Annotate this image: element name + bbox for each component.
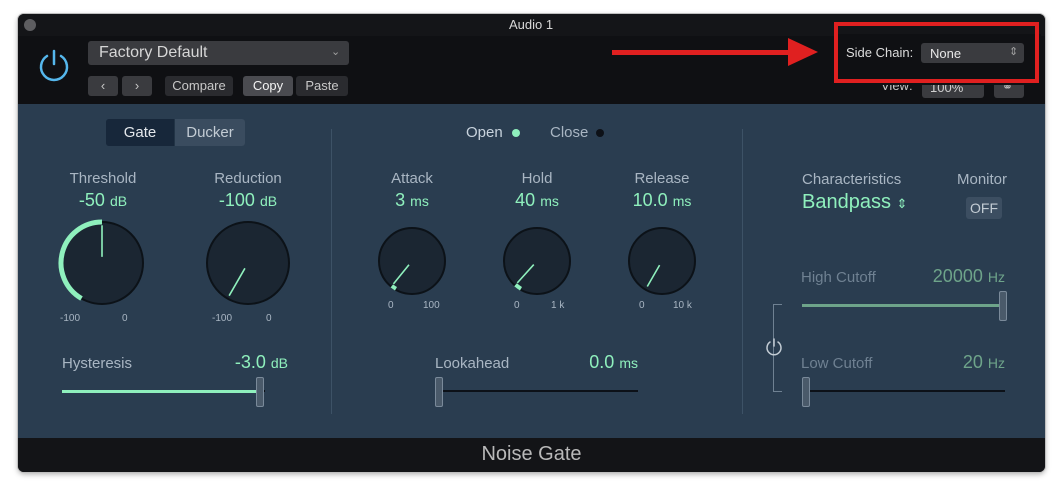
threshold-knob[interactable] — [57, 218, 147, 308]
plugin-footer: Noise Gate — [18, 438, 1045, 472]
characteristics-select[interactable]: Bandpass ⇕ — [802, 191, 907, 214]
threshold-max-label: 0 — [122, 313, 128, 324]
low-cutoff-thumb[interactable] — [802, 377, 810, 407]
window-title: Audio 1 — [508, 17, 554, 32]
hysteresis-thumb[interactable] — [256, 377, 264, 407]
annotation-arrow-shaft — [612, 50, 792, 55]
threshold-label: Threshold — [69, 170, 137, 187]
low-cutoff-value: 20 — [962, 352, 983, 372]
attack-value: 3 — [395, 190, 406, 210]
attack-value-readout: 3 ms — [362, 190, 462, 211]
chevron-down-icon: ⌄ — [331, 46, 341, 58]
release-unit: ms — [672, 193, 692, 209]
hysteresis-label: Hysteresis — [62, 355, 133, 372]
next-preset-button[interactable]: › — [122, 76, 152, 96]
lookahead-unit: ms — [619, 355, 638, 371]
hold-knob[interactable] — [501, 225, 573, 297]
annotation-highlight-box — [834, 22, 1039, 83]
hold-min-label: 0 — [514, 300, 520, 311]
close-label: Close — [550, 124, 589, 141]
reduction-label: Reduction — [214, 170, 282, 187]
hold-max-label: 1 k — [551, 300, 565, 311]
mode-segmented-control: Gate Ducker — [106, 119, 245, 146]
attack-min-label: 0 — [388, 300, 394, 311]
low-cutoff-slider[interactable] — [802, 377, 1005, 407]
low-cutoff-track — [802, 390, 1005, 392]
ducker-mode-button[interactable]: Ducker — [175, 119, 245, 146]
low-cutoff-value-readout: 20 Hz — [898, 352, 1005, 373]
hysteresis-unit: dB — [270, 355, 288, 371]
high-cutoff-slider[interactable] — [802, 291, 1007, 321]
high-cutoff-label: High Cutoff — [801, 269, 876, 286]
updown-icon: ⇕ — [896, 196, 908, 211]
hold-value-readout: 40 ms — [487, 190, 587, 211]
monitor-toggle-button[interactable]: OFF — [966, 197, 1002, 219]
open-label: Open — [466, 124, 503, 141]
main-panel: Gate Ducker Threshold -50 dB -100 0 Redu… — [18, 104, 1045, 438]
open-indicator-icon — [512, 129, 520, 137]
threshold-min-label: -100 — [60, 313, 81, 324]
high-cutoff-value: 20000 — [932, 266, 983, 286]
section-divider-2 — [742, 129, 743, 414]
low-cutoff-label: Low Cutoff — [801, 355, 873, 372]
hysteresis-value: -3.0 — [234, 352, 266, 372]
preset-dropdown[interactable]: Factory Default ⌄ — [88, 41, 349, 65]
reduction-unit: dB — [259, 193, 278, 209]
hysteresis-slider[interactable] — [62, 377, 265, 407]
paste-button[interactable]: Paste — [296, 76, 348, 96]
high-cutoff-unit: Hz — [987, 269, 1005, 285]
chevron-right-icon: › — [134, 78, 140, 93]
previous-preset-button[interactable]: ‹ — [88, 76, 118, 96]
lookahead-track — [435, 390, 638, 392]
release-label: Release — [634, 170, 690, 187]
release-min-label: 0 — [639, 300, 645, 311]
release-value: 10.0 — [632, 190, 668, 210]
power-icon[interactable] — [36, 47, 72, 88]
attack-knob[interactable] — [376, 225, 448, 297]
section-divider — [331, 129, 332, 414]
chevron-left-icon: ‹ — [100, 78, 106, 93]
hold-label: Hold — [521, 170, 553, 187]
threshold-value: -50 — [78, 190, 105, 210]
attack-label: Attack — [391, 170, 433, 187]
attack-unit: ms — [410, 193, 429, 209]
reduction-min-label: -100 — [212, 313, 233, 324]
release-knob[interactable] — [626, 225, 698, 297]
hold-unit: ms — [540, 193, 559, 209]
attack-max-label: 100 — [423, 300, 440, 311]
threshold-value-readout: -50 dB — [53, 190, 153, 211]
gate-mode-button[interactable]: Gate — [106, 119, 174, 146]
high-cutoff-fill — [802, 304, 1005, 307]
reduction-value: -100 — [218, 190, 255, 210]
hold-value: 40 — [515, 190, 536, 210]
high-cutoff-thumb[interactable] — [999, 291, 1007, 321]
lookahead-value: 0.0 — [589, 352, 615, 372]
threshold-unit: dB — [109, 193, 128, 209]
characteristics-label: Characteristics — [802, 171, 902, 188]
reduction-max-label: 0 — [266, 313, 272, 324]
plugin-name: Noise Gate — [481, 443, 582, 465]
annotation-arrow-head-icon — [788, 38, 818, 66]
preset-name: Factory Default — [99, 44, 208, 61]
lookahead-slider[interactable] — [435, 377, 638, 407]
release-max-label: 10 k — [673, 300, 692, 311]
copy-button[interactable]: Copy — [243, 76, 293, 96]
low-cutoff-unit: Hz — [987, 355, 1005, 371]
lookahead-thumb[interactable] — [435, 377, 443, 407]
reduction-value-readout: -100 dB — [198, 190, 298, 211]
hysteresis-value-readout: -3.0 dB — [188, 352, 288, 373]
lookahead-value-readout: 0.0 ms — [538, 352, 638, 373]
lookahead-label: Lookahead — [435, 355, 510, 372]
release-value-readout: 10.0 ms — [612, 190, 712, 211]
close-icon[interactable] — [24, 19, 36, 31]
high-cutoff-value-readout: 20000 Hz — [898, 266, 1005, 287]
characteristics-value: Bandpass — [802, 191, 891, 213]
close-indicator-icon — [596, 129, 604, 137]
hysteresis-fill — [62, 390, 259, 393]
reduction-knob[interactable] — [203, 218, 293, 308]
monitor-label: Monitor — [957, 171, 1008, 188]
compare-button[interactable]: Compare — [165, 76, 233, 96]
filter-power-icon[interactable] — [764, 337, 784, 362]
